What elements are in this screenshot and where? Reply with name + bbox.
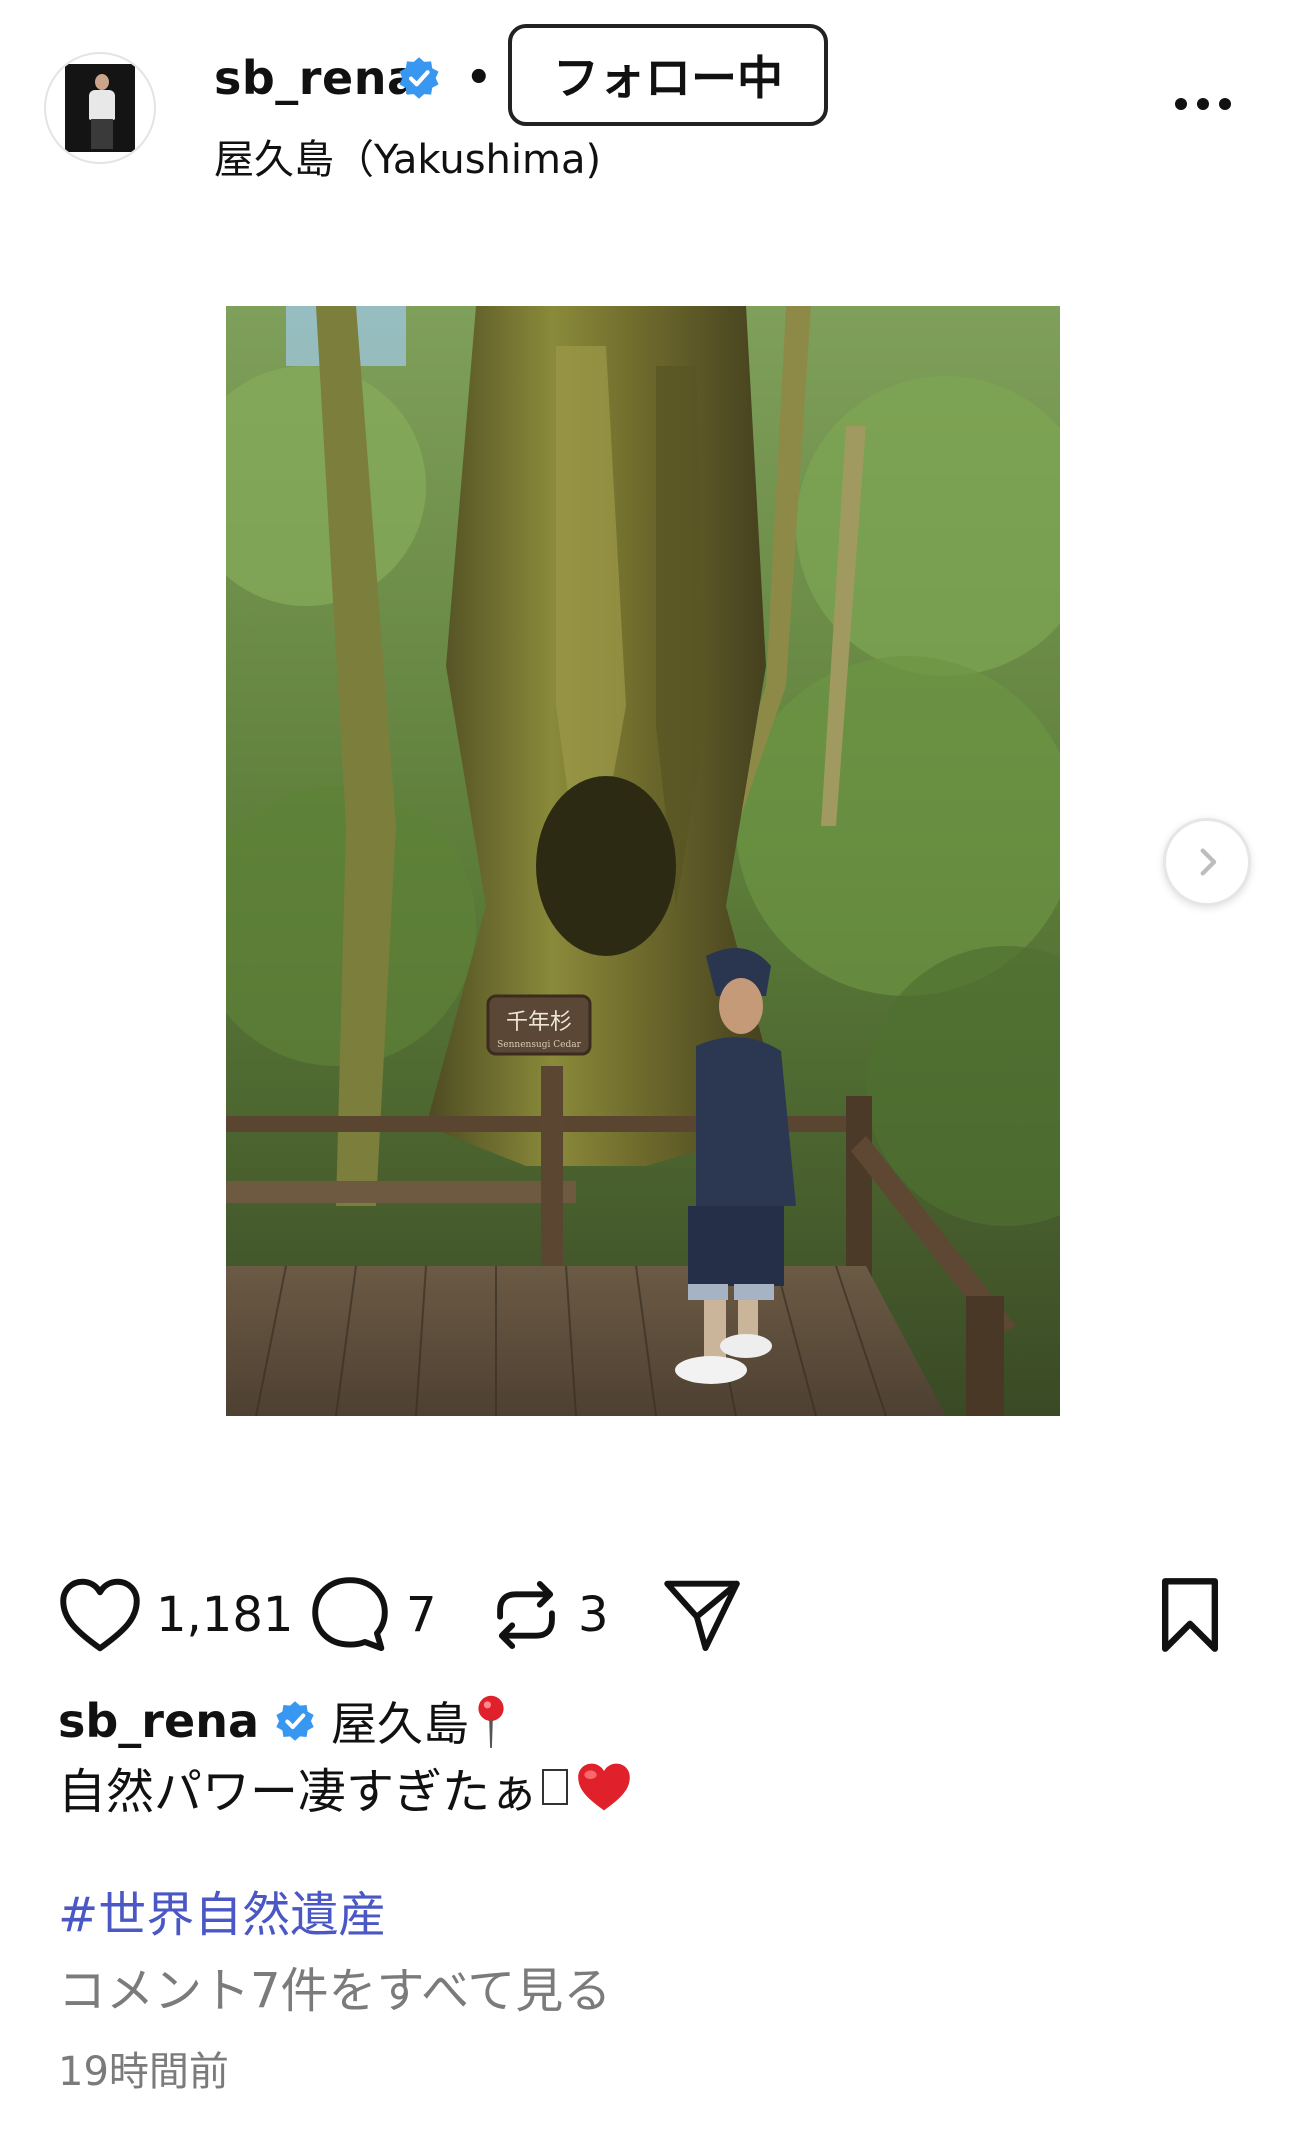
post-photo[interactable]: 千年杉 Sennensugi Cedar (226, 306, 1060, 1416)
red-heart-icon (578, 1763, 630, 1811)
avatar[interactable] (44, 52, 156, 164)
view-all-comments-link[interactable]: コメント7件をすべて見る (58, 1958, 611, 2024)
heart-icon (60, 1578, 140, 1652)
caption-location-text: 屋久島 (330, 1697, 469, 1751)
comment-button[interactable]: 7 (308, 1570, 437, 1660)
repost-button[interactable]: 3 (488, 1570, 609, 1660)
like-button[interactable]: 1,181 (58, 1570, 293, 1660)
verified-badge-icon (276, 1701, 314, 1741)
forest-photo-image: 千年杉 Sennensugi Cedar (226, 306, 1060, 1416)
caption-text: 自然パワー凄すぎたぁ (58, 1764, 539, 1820)
post-username[interactable]: sb_rena (214, 48, 418, 108)
repost-icon (497, 1580, 555, 1650)
action-bar: 1,181 7 3 (0, 1570, 1300, 1660)
sign-subtitle: Sennensugi Cedar (497, 1040, 581, 1050)
comment-bubble-icon (312, 1577, 388, 1651)
following-button[interactable]: フォロー中 (508, 24, 828, 126)
caption-header: sb_rena 屋久島 (58, 1688, 509, 1754)
bookmark-button[interactable] (1150, 1570, 1230, 1660)
sign-title: 千年杉 (506, 1010, 572, 1035)
avatar-image (65, 64, 135, 152)
missing-glyph-icon (542, 1769, 569, 1805)
post-timestamp: 19時間前 (58, 2049, 229, 2095)
comment-count: 7 (406, 1587, 437, 1643)
verified-badge-icon (399, 57, 439, 99)
next-image-button[interactable] (1163, 818, 1251, 906)
hashtag-link[interactable]: #世界自然遺産 (58, 1882, 386, 1948)
separator-dot: • (466, 55, 492, 101)
bookmark-icon (1161, 1578, 1219, 1652)
more-options-icon[interactable] (1168, 84, 1238, 124)
caption-username[interactable]: sb_rena (58, 1694, 259, 1748)
location-label[interactable]: 屋久島（Yakushima) (214, 132, 601, 188)
post-page: sb_rena • フォロー中 屋久島（Yakushima) 千年杉 Senne… (0, 0, 1300, 2139)
repost-count: 3 (578, 1587, 609, 1643)
chevron-right-icon (1200, 848, 1217, 876)
pin-icon (478, 1695, 504, 1748)
caption-body: 自然パワー凄すぎたぁ (58, 1752, 634, 1822)
share-button[interactable] (660, 1570, 744, 1660)
like-count: 1,181 (156, 1587, 294, 1643)
send-icon (664, 1580, 740, 1651)
sign: 千年杉 Sennensugi Cedar (486, 994, 592, 1056)
